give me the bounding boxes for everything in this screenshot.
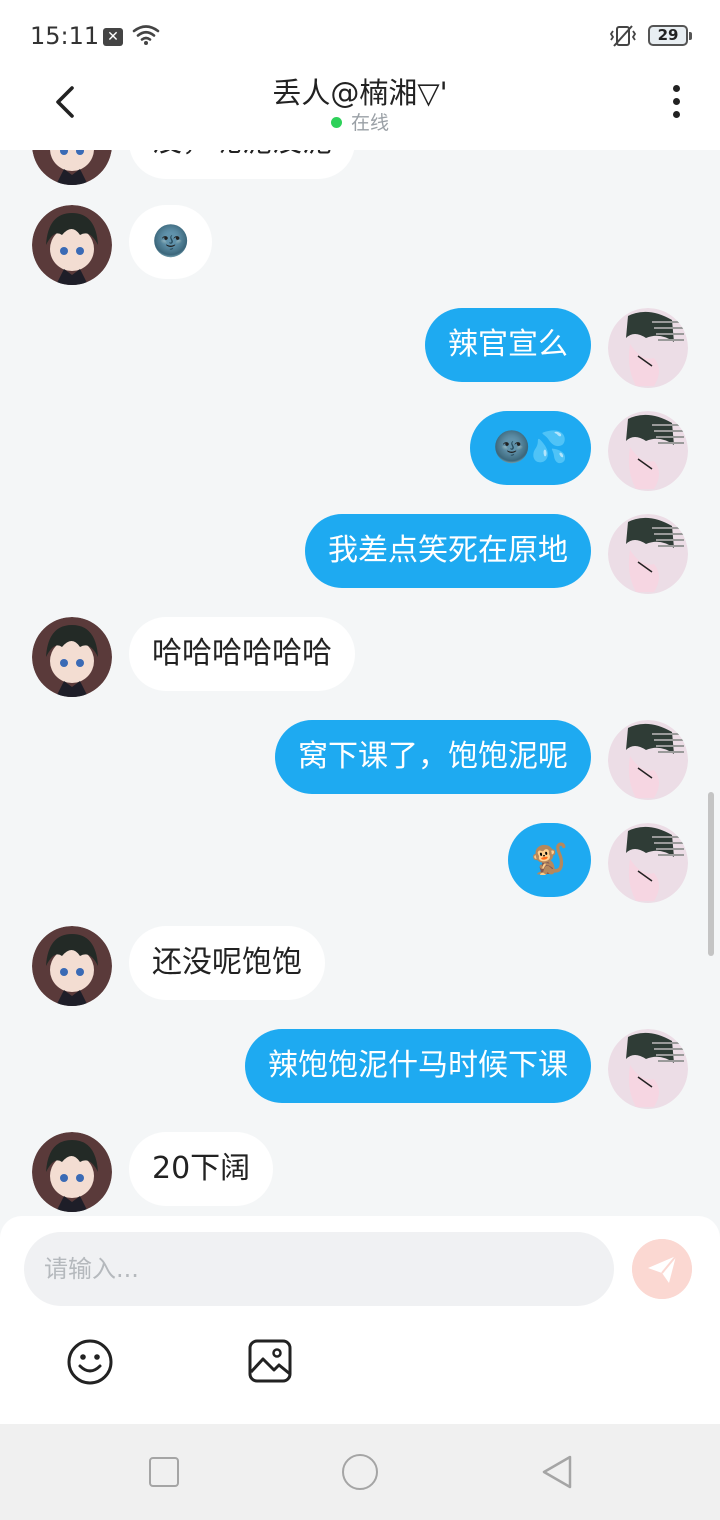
input-panel <box>0 1216 720 1424</box>
wifi-icon <box>132 25 160 45</box>
message-bubble[interactable]: 哈哈哈哈哈哈 <box>129 617 355 691</box>
contact-avatar[interactable] <box>32 1132 112 1212</box>
message-bubble[interactable]: 辣饱饱泥什马时候下课 <box>245 1029 591 1103</box>
contact-avatar[interactable] <box>32 150 112 185</box>
battery-icon: 29 <box>648 25 692 46</box>
notification-icon: ✕ <box>103 28 123 46</box>
contact-avatar[interactable] <box>32 205 112 285</box>
online-status-text: 在线 <box>350 112 389 134</box>
image-picker-button[interactable] <box>247 1338 293 1384</box>
send-button[interactable] <box>632 1239 692 1299</box>
my-avatar[interactable] <box>608 1029 688 1109</box>
my-avatar[interactable] <box>608 720 688 800</box>
contact-avatar[interactable] <box>32 617 112 697</box>
chat-title: 丢人@楠湘▽' <box>272 76 448 110</box>
chat-messages[interactable]: 没，呢泥没泥 🌚 辣官宣么 🌚💦 我差点笑死在原地 哈哈哈哈哈哈 窝下课了，饱饱… <box>0 150 720 1216</box>
message-bubble[interactable]: 辣官宣么 <box>425 308 591 382</box>
nav-back-button[interactable] <box>540 1454 574 1490</box>
my-avatar[interactable] <box>608 514 688 594</box>
chat-header: 丢人@楠湘▽' 在线 <box>0 70 720 150</box>
message-bubble[interactable]: 没，呢泥没泥 <box>129 150 355 179</box>
status-time: 15:11 <box>30 22 100 50</box>
my-avatar[interactable] <box>608 308 688 388</box>
message-bubble[interactable]: 我差点笑死在原地 <box>305 514 591 588</box>
my-avatar[interactable] <box>608 411 688 491</box>
recent-apps-button[interactable] <box>149 1457 179 1487</box>
message-bubble[interactable]: 还没呢饱饱 <box>129 926 325 1000</box>
online-dot-icon <box>330 117 342 128</box>
message-bubble[interactable]: 窝下课了，饱饱泥呢 <box>275 720 591 794</box>
message-bubble[interactable]: 🐒 <box>507 823 591 897</box>
online-status: 在线 <box>0 108 720 135</box>
my-avatar[interactable] <box>608 823 688 903</box>
chat-scrollbar[interactable] <box>708 792 714 956</box>
emoji-button[interactable] <box>66 1338 114 1386</box>
vibrate-icon <box>609 25 637 47</box>
message-input[interactable] <box>24 1232 614 1306</box>
system-nav-bar <box>0 1424 720 1520</box>
message-bubble[interactable]: 🌚💦 <box>470 411 591 485</box>
contact-avatar[interactable] <box>32 926 112 1006</box>
message-bubble[interactable]: 20下阔 <box>129 1132 274 1206</box>
more-options-button[interactable] <box>662 82 690 122</box>
home-button[interactable] <box>342 1454 378 1490</box>
status-bar: 15:11 ✕ 29 <box>0 0 720 70</box>
message-bubble[interactable]: 🌚 <box>129 205 213 279</box>
